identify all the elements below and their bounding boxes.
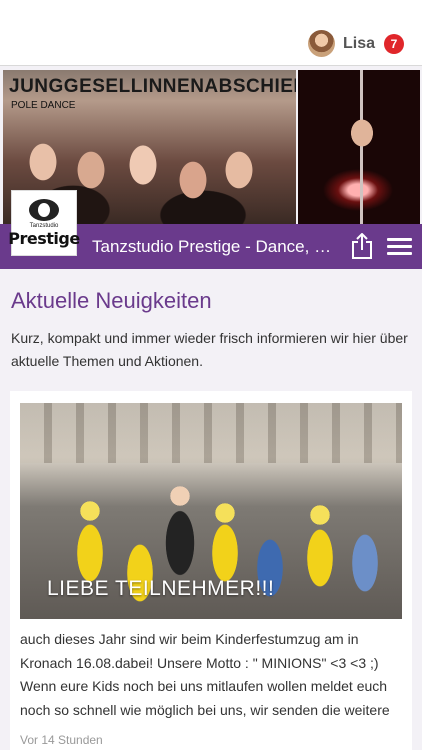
logo-big-text: Prestige: [8, 228, 80, 248]
avatar[interactable]: [307, 30, 335, 57]
dancer-figure: [343, 110, 381, 156]
post-timestamp: Vor 14 Stunden: [20, 733, 103, 747]
share-icon[interactable]: [351, 232, 373, 259]
logo-dancer-icon: [29, 198, 59, 221]
user-name[interactable]: Lisa: [343, 35, 375, 53]
news-post-card[interactable]: LIEBE TEILNEHMER!!! auch dieses Jahr sin…: [10, 391, 412, 750]
post-photo[interactable]: LIEBE TEILNEHMER!!!: [20, 403, 402, 619]
banner-subtitle: POLE DANCE: [11, 100, 76, 111]
page-header: JUNGGESELLINNENABSCHIED POLE DANCE Tanzs…: [0, 67, 422, 270]
top-bar: Lisa 7: [0, 0, 422, 66]
hamburger-menu-icon[interactable]: [387, 238, 412, 256]
banner-image-right: [298, 70, 420, 224]
photo-caption: LIEBE TEILNEHMER!!!: [47, 577, 275, 600]
section-description: Kurz, kompakt und immer wieder frisch in…: [11, 330, 408, 369]
studio-logo[interactable]: Tanzstudio Prestige: [8, 190, 80, 256]
user-menu[interactable]: Lisa 7: [307, 30, 404, 57]
notification-badge[interactable]: 7: [384, 33, 404, 54]
post-text: auch dieses Jahr sind wir beim Kinderfes…: [20, 631, 390, 718]
site-title[interactable]: Tanzstudio Prestige - Dance, Fitness & M…: [92, 237, 340, 257]
banner-title: JUNGGESELLINNENABSCHIED: [9, 76, 296, 97]
section-title: Aktuelle Neuigkeiten: [11, 288, 212, 313]
